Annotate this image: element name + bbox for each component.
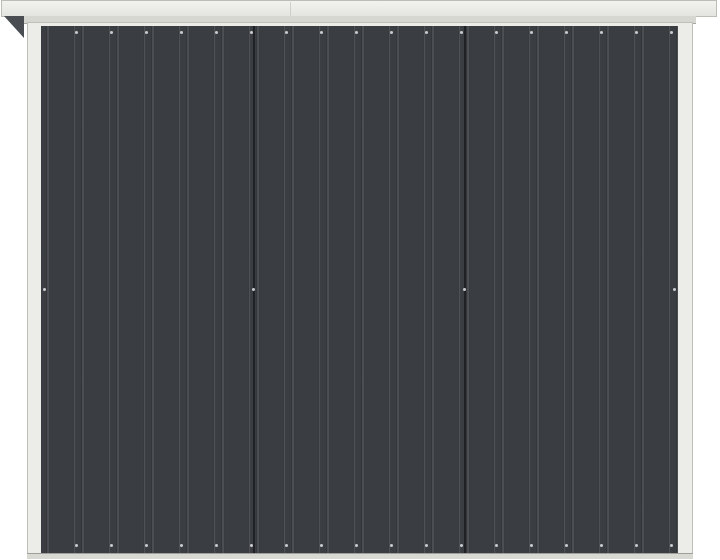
wall-rib [598,26,601,553]
wall-rib [81,26,85,553]
rivet [460,544,463,547]
wall-rib [388,26,391,553]
rivet [390,544,393,547]
wall-rib [563,26,566,553]
roof-seam [290,2,291,16]
wall-rib [283,26,286,553]
rivet [43,288,46,291]
rivet [145,31,148,34]
wall-rib [493,26,496,553]
rivet [215,544,218,547]
rivet [600,544,603,547]
wall-rib [151,26,155,553]
rivet [460,31,463,34]
rivet [252,288,255,291]
rivet [110,31,113,34]
bottom-rail [27,553,693,559]
wall-rib [361,26,365,553]
wall-rib [571,26,575,553]
rivet [355,31,358,34]
wall-rib [256,26,260,553]
rivet [145,544,148,547]
wall-rib [46,26,50,553]
wall-rib [73,26,76,553]
rivet [565,544,568,547]
rivet [320,31,323,34]
wall-rib [221,26,225,553]
rivet [180,31,183,34]
wall-rib [291,26,295,553]
rivet [670,544,673,547]
rivet [215,31,218,34]
wall-rib [326,26,330,553]
rivet [355,544,358,547]
eave-end-left [4,16,24,38]
wall-rib [668,26,671,553]
wall-rib [178,26,181,553]
rivet [530,31,533,34]
rivet [565,31,568,34]
wall-rib [633,26,636,553]
rivet [635,544,638,547]
wall-rib [528,26,531,553]
wall-rib [606,26,610,553]
wall-rib [396,26,400,553]
corrugated-wall [41,26,678,553]
rivet [635,31,638,34]
shed-roof [1,0,717,17]
wall-rib [143,26,146,553]
wall-rib [186,26,190,553]
rivet [463,288,466,291]
wall-rib [676,26,678,553]
rivet [425,31,428,34]
rivet [425,544,428,547]
rivet [495,544,498,547]
wall-rib [641,26,645,553]
wall-rib [318,26,321,553]
rivet [320,544,323,547]
shed-back-view [0,0,720,560]
rivet [75,31,78,34]
wall-rib [536,26,540,553]
rivet [530,544,533,547]
rivet [285,544,288,547]
rivet [390,31,393,34]
wall-rib [501,26,505,553]
wall-rib [108,26,111,553]
rivet [670,31,673,34]
wall-rib [116,26,120,553]
rivet [495,31,498,34]
rivet [673,288,676,291]
rivet [110,544,113,547]
wall-rib [431,26,435,553]
wall-rib [248,26,251,553]
rivet [75,544,78,547]
wall-rib [423,26,426,553]
wall-rib [353,26,356,553]
wall-rib [213,26,216,553]
wall-rib [458,26,461,553]
wall-rib [466,26,470,553]
rivet [285,31,288,34]
rivet [180,544,183,547]
rivet [600,31,603,34]
